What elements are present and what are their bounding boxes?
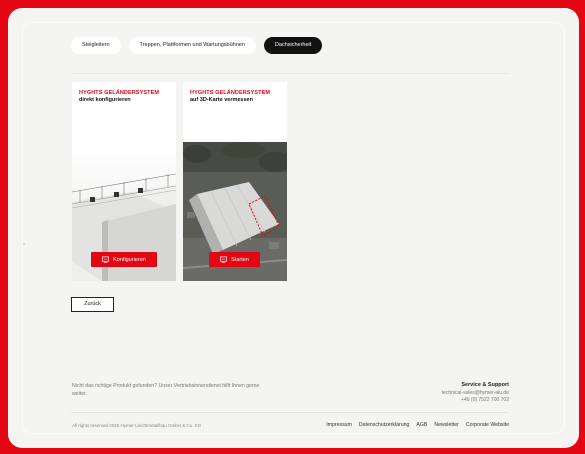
footer-link-impressum[interactable]: Impressum	[326, 422, 352, 428]
footer-links: Impressum Datenschutzerklärung AGB Newsl…	[326, 422, 509, 428]
divider	[71, 73, 509, 74]
start-button[interactable]: Starten	[209, 252, 260, 267]
tab-steigleitern[interactable]: Steigleitern	[71, 37, 121, 54]
footer-link-datenschutz[interactable]: Datenschutzerklärung	[359, 422, 409, 428]
measure-card: HYGHTS GELÄNDERSYSTEM auf 3D-Karte verme…	[183, 82, 287, 281]
decorative-dot	[23, 243, 25, 245]
footer-link-newsletter[interactable]: Newsletter	[434, 422, 459, 428]
footer-link-agb[interactable]: AGB	[416, 422, 427, 428]
help-text: Nicht das richtige Produkt gefunden? Uns…	[72, 383, 260, 397]
card-title: HYGHTS GELÄNDERSYSTEM	[190, 90, 271, 96]
service-contact: Service & Support technical-sales@hymer-…	[442, 382, 509, 405]
footer-divider	[71, 412, 509, 413]
start-button-label: Starten	[231, 256, 249, 263]
copyright: All rights reserved 2025 Hymer-Leichtmet…	[72, 423, 202, 428]
footer-link-corporate[interactable]: Corporate Website	[466, 422, 509, 428]
tab-treppen-plattformen[interactable]: Treppen, Plattformen und Wartungsbühnen	[128, 37, 256, 54]
tab-dachsicherheit[interactable]: Dachsicherheit	[263, 37, 323, 54]
configure-card: HYGHTS GELÄNDERSYSTEM direkt konfigurier…	[72, 82, 176, 281]
card-title: HYGHTS GELÄNDERSYSTEM	[79, 90, 160, 96]
card-subtitle: auf 3D-Karte vermessen	[190, 97, 253, 103]
configurator-icon	[220, 256, 228, 263]
page-frame: Steigleitern Treppen, Plattformen und Wa…	[8, 8, 579, 448]
service-phone[interactable]: +49 (0) 7522 700 702	[442, 397, 509, 405]
card-subtitle: direkt konfigurieren	[79, 97, 131, 103]
configurator-icon	[102, 256, 110, 263]
service-email[interactable]: technical-sales@hymer-alu.de	[442, 390, 509, 398]
back-button[interactable]: Zurück	[71, 297, 114, 312]
configure-button[interactable]: Konfigurieren	[91, 252, 157, 267]
service-title: Service & Support	[461, 382, 509, 388]
configure-button-label: Konfigurieren	[113, 256, 146, 263]
category-tabs: Steigleitern Treppen, Plattformen und Wa…	[71, 37, 323, 54]
